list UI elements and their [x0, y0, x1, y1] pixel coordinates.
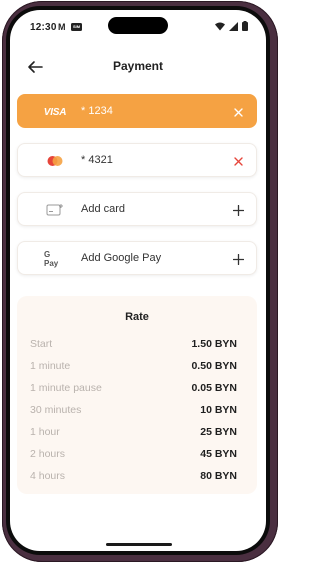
add-card-row[interactable]: Add card — [17, 192, 257, 226]
status-time: 12:30 — [30, 22, 57, 33]
plus-icon — [232, 204, 244, 216]
add-google-pay-row[interactable]: G Pay Add Google Pay — [17, 241, 257, 275]
payment-method-mastercard[interactable]: * 4321 — [17, 143, 257, 177]
rate-value: 0.05 BYN — [191, 382, 237, 394]
rate-row: 2 hours 45 BYN — [30, 448, 237, 464]
google-pay-brand-label: G Pay — [44, 250, 59, 268]
rate-value: 1.50 BYN — [191, 338, 237, 350]
status-bar: 12:30 M SIM — [10, 10, 266, 44]
rate-value: 45 BYN — [200, 448, 237, 460]
header: Payment — [10, 54, 266, 80]
rate-label: 30 minutes — [30, 404, 82, 416]
rate-panel: Rate Start 1.50 BYN 1 minute 0.50 BYN 1 … — [17, 296, 257, 494]
rate-label: 1 minute — [30, 360, 71, 372]
rate-row: 30 minutes 10 BYN — [30, 404, 237, 420]
close-icon — [233, 156, 243, 166]
rate-value: 80 BYN — [200, 470, 237, 482]
rate-row: Start 1.50 BYN — [30, 338, 237, 354]
rate-title: Rate — [125, 311, 149, 323]
rate-label: 1 hour — [30, 426, 60, 438]
wifi-icon — [215, 22, 225, 30]
plus-icon — [232, 253, 244, 265]
battery-icon — [242, 21, 248, 31]
signal-icon — [229, 21, 238, 31]
mastercard-card-number: * 4321 — [81, 154, 113, 166]
add-google-pay-button[interactable] — [230, 251, 246, 267]
visa-card-number: * 1234 — [81, 105, 113, 117]
rate-value: 10 BYN — [200, 404, 237, 416]
gmail-icon: M — [58, 22, 66, 32]
camera-cutout — [108, 17, 168, 34]
home-indicator[interactable] — [106, 543, 172, 546]
add-card-button[interactable] — [230, 202, 246, 218]
card-add-icon — [44, 202, 66, 218]
rate-value: 25 BYN — [200, 426, 237, 438]
add-card-label: Add card — [81, 203, 126, 215]
rate-label: Start — [30, 338, 53, 350]
rate-row: 1 minute pause 0.05 BYN — [30, 382, 237, 398]
add-google-pay-label: Add Google Pay — [81, 252, 162, 264]
page-title: Payment — [112, 59, 164, 73]
screen: 12:30 M SIM Payment VISA * 1234 * 4321 A… — [10, 10, 266, 551]
rate-value: 0.50 BYN — [191, 360, 237, 372]
visa-brand-label: VISA — [43, 106, 67, 118]
rate-label: 4 hours — [30, 470, 66, 482]
rate-row: 1 hour 25 BYN — [30, 426, 237, 442]
sim-icon: SIM — [71, 23, 82, 31]
rate-row: 4 hours 80 BYN — [30, 470, 237, 486]
sim-badge-label: SIM — [72, 24, 81, 29]
remove-visa-button[interactable] — [230, 104, 246, 120]
close-icon — [233, 107, 243, 117]
rate-label: 2 hours — [30, 448, 66, 460]
rate-row: 1 minute 0.50 BYN — [30, 360, 237, 376]
remove-mastercard-button[interactable] — [230, 153, 246, 169]
google-pay-logo-icon: G Pay — [44, 250, 66, 268]
visa-logo-icon: VISA — [43, 104, 67, 120]
status-icons — [215, 21, 248, 31]
mastercard-logo-icon — [44, 153, 66, 169]
payment-method-visa[interactable]: VISA * 1234 — [17, 94, 257, 128]
rate-label: 1 minute pause — [30, 382, 102, 394]
